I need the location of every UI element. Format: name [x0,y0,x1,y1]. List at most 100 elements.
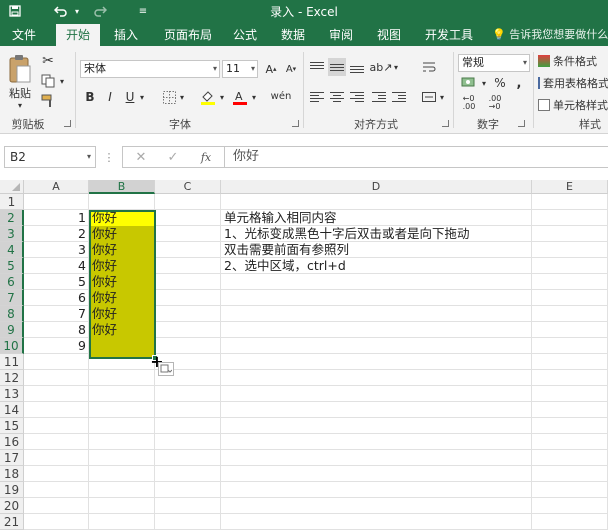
underline-button[interactable]: U [122,88,138,106]
cell-b2[interactable]: 你好 [92,210,152,226]
row-header-11[interactable]: 11 [0,354,24,370]
cell-a5[interactable]: 4 [24,258,89,274]
align-center-icon[interactable] [328,88,346,106]
name-box[interactable]: B2 ▾ [4,146,96,168]
increase-decimal-icon[interactable]: ←0.00 [458,94,480,112]
cell-d2[interactable]: 单元格输入相同内容 [224,210,604,226]
number-format-select[interactable]: 常规 ▾ [458,54,530,72]
autofill-options-icon[interactable] [158,362,174,376]
row-header-7[interactable]: 7 [0,290,24,306]
cell-a2[interactable]: 1 [24,210,89,226]
decrease-font-size-icon[interactable]: A ▾ [282,60,300,78]
phonetic-guide-icon[interactable]: wén [270,86,292,106]
tab-data[interactable]: 数据 [274,24,312,46]
cell-a9[interactable]: 8 [24,322,89,338]
row-header-15[interactable]: 15 [0,418,24,434]
cell-b8[interactable]: 你好 [92,306,152,322]
accounting-format-icon[interactable] [458,74,480,92]
cell-b9[interactable]: 你好 [92,322,152,338]
column-header-d[interactable]: D [221,180,532,194]
row-header-21[interactable]: 21 [0,514,24,530]
tab-insert[interactable]: 插入 [108,24,144,46]
format-painter-icon[interactable] [38,92,58,110]
paste-icon[interactable] [6,52,34,86]
comma-style-button[interactable]: , [512,74,526,92]
select-all-corner[interactable] [0,180,24,194]
cell-a7[interactable]: 6 [24,290,89,306]
row-header-6[interactable]: 6 [0,274,24,290]
column-header-c[interactable]: C [155,180,221,194]
fill-color-icon[interactable] [198,88,218,106]
top-align-icon[interactable] [308,58,326,76]
font-launcher-icon[interactable] [292,120,299,127]
formula-input[interactable]: 你好 [224,146,608,168]
middle-align-icon[interactable] [328,58,346,76]
increase-indent-icon[interactable] [390,88,408,106]
cancel-icon[interactable]: ✕ [133,149,149,165]
cell-styles-button[interactable]: 单元格样式 [538,96,608,114]
merge-center-icon[interactable] [420,88,438,106]
wrap-text-icon[interactable] [420,58,438,76]
borders-icon[interactable] [160,88,178,106]
row-header-10[interactable]: 10 [0,338,24,354]
font-color-icon[interactable]: A [230,88,250,106]
row-header-12[interactable]: 12 [0,370,24,386]
paste-dropdown-icon[interactable]: ▾ [10,100,30,110]
copy-icon[interactable] [38,72,58,90]
row-header-9[interactable]: 9 [0,322,24,338]
cell-b7[interactable]: 你好 [92,290,152,306]
tab-view[interactable]: 视图 [370,24,408,46]
cell-b6[interactable]: 你好 [92,274,152,290]
tab-developer[interactable]: 开发工具 [418,24,480,46]
cell-b3[interactable]: 你好 [92,226,152,242]
accounting-dropdown-icon[interactable]: ▾ [480,74,488,92]
orientation-dropdown-icon[interactable]: ▾ [392,58,400,76]
row-header-1[interactable]: 1 [0,194,24,210]
cell-a3[interactable]: 2 [24,226,89,242]
column-header-e[interactable]: E [532,180,608,194]
align-right-icon[interactable] [348,88,366,106]
enter-icon[interactable]: ✓ [165,149,181,165]
cell-d5[interactable]: 2、选中区域，ctrl+d [224,258,604,274]
bottom-align-icon[interactable] [348,58,366,76]
borders-dropdown-icon[interactable]: ▾ [178,88,186,106]
column-header-a[interactable]: A [24,180,89,194]
decrease-decimal-icon[interactable]: .00 →0 [484,94,506,112]
underline-dropdown-icon[interactable]: ▾ [138,88,146,106]
tab-home[interactable]: 开始 [56,24,100,46]
font-name-select[interactable]: 宋体 ▾ [80,60,220,78]
alignment-launcher-icon[interactable] [442,120,449,127]
orientation-icon[interactable]: ab↗ [370,58,393,76]
copy-dropdown-icon[interactable]: ▾ [58,72,66,90]
cell-a6[interactable]: 5 [24,274,89,290]
row-header-17[interactable]: 17 [0,450,24,466]
clipboard-launcher-icon[interactable] [64,120,71,127]
align-left-icon[interactable] [308,88,326,106]
tell-me-box[interactable]: 💡 告诉我您想要做什么 [492,24,608,46]
row-header-19[interactable]: 19 [0,482,24,498]
italic-button[interactable]: I [102,88,118,106]
row-header-14[interactable]: 14 [0,402,24,418]
number-launcher-icon[interactable] [518,120,525,127]
row-header-13[interactable]: 13 [0,386,24,402]
conditional-formatting-button[interactable]: 条件格式 [538,52,608,70]
row-header-3[interactable]: 3 [0,226,24,242]
row-header-18[interactable]: 18 [0,466,24,482]
increase-font-size-icon[interactable]: A ▴ [262,60,280,78]
font-size-select[interactable]: 11 ▾ [222,60,258,78]
percent-style-button[interactable]: % [492,74,508,92]
cell-b5[interactable]: 你好 [92,258,152,274]
merge-dropdown-icon[interactable]: ▾ [438,88,446,106]
cell-b4[interactable]: 你好 [92,242,152,258]
row-header-8[interactable]: 8 [0,306,24,322]
worksheet-grid[interactable]: ABCDE12345678910111213141516171819202122… [0,180,608,530]
font-color-dropdown-icon[interactable]: ▾ [250,88,258,106]
insert-function-button[interactable]: fx [197,149,215,165]
row-header-5[interactable]: 5 [0,258,24,274]
cell-d4[interactable]: 双击需要前面有参照列 [224,242,604,258]
row-header-20[interactable]: 20 [0,498,24,514]
tab-page-layout[interactable]: 页面布局 [156,24,220,46]
format-as-table-button[interactable]: 套用表格格式 [538,74,608,92]
row-header-2[interactable]: 2 [0,210,24,226]
column-header-b[interactable]: B [89,180,155,194]
